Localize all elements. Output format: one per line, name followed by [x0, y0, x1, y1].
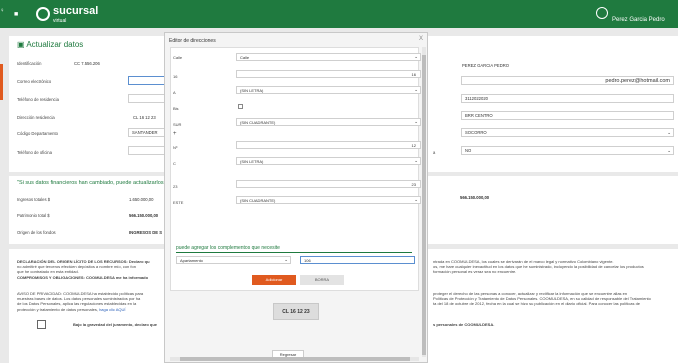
email-field[interactable]: pedro.perez@hotmail.com — [461, 76, 674, 85]
row-label-bis: Bis — [173, 106, 179, 111]
identificacion-label: Identificación — [17, 61, 42, 66]
chevron-down-icon: ⌄ — [414, 197, 418, 202]
oath-right: s personales de COOMULDESA. — [433, 322, 495, 327]
oath-checkbox[interactable] — [37, 320, 46, 329]
vertical-scrollbar[interactable] — [422, 47, 426, 357]
telefono-oficina-field[interactable] — [128, 146, 168, 155]
right-select[interactable]: NO ⌄ — [461, 146, 674, 155]
ingresos-label: Ingresos totales $ — [17, 197, 51, 202]
address-editor-modal: Editor de direcciones X Calle Calle ⌄ 16 … — [164, 32, 428, 363]
hamburger-icon[interactable]: ■ — [14, 11, 18, 18]
egresos-value: 566.150.000,00 — [460, 195, 490, 200]
celular-field[interactable]: 3112022020 — [461, 94, 674, 103]
edge-glyph: ♀ — [0, 8, 5, 14]
codigo-departamento-label: Código Departamento — [17, 131, 58, 136]
horizontal-scrollbar[interactable] — [170, 357, 419, 361]
row-label-c: C — [173, 161, 176, 166]
chevron-down-icon: ⌄ — [414, 54, 418, 59]
patrimonio-value: 566.150.000,00 — [129, 213, 159, 218]
brand-name: sucursal — [53, 5, 99, 17]
telefono-oficina-label: Teléfono de oficina — [17, 150, 52, 155]
scrollbar-thumb[interactable] — [180, 357, 410, 361]
via-type-select[interactable]: Calle ⌄ — [236, 53, 421, 61]
row-label-calle: Calle — [173, 55, 183, 60]
modal-title: Editor de direcciones — [169, 38, 216, 44]
cross-quadrant-select[interactable]: (SIN CUADRANTE) ⌄ — [236, 196, 421, 204]
scrollbar-thumb[interactable] — [422, 55, 426, 355]
declaration-right: ntrada en COOMULDESA, los cuales se deri… — [433, 259, 644, 275]
identificacion-value: CC 7.556.206 — [74, 61, 100, 66]
row-label-letter: A — [173, 90, 176, 95]
brand-sub: virtual — [53, 18, 67, 24]
telefono-residencia-label: Teléfono de residencia — [17, 97, 59, 102]
via-number-input[interactable]: 16 — [236, 70, 421, 78]
patrimonio-label: Patrimonio total $ — [17, 213, 50, 218]
clear-button[interactable]: BORRA — [300, 275, 344, 285]
direccion-value[interactable]: CL 16 12 23 — [133, 115, 156, 120]
chevron-down-icon: ⌄ — [414, 119, 418, 124]
user-name[interactable]: Perez Garcia Pedro — [612, 17, 665, 23]
municipio-select[interactable]: SOCORRO ⌄ — [461, 128, 674, 137]
financial-title: "Si sus datos financieros han cambiado, … — [17, 180, 164, 186]
row-label-number: 16 — [173, 74, 178, 79]
origen-label: Origen de los fondos — [17, 230, 56, 235]
email-field-left[interactable] — [128, 76, 168, 85]
privacy-right: proteger el derecho de las personas a co… — [433, 291, 651, 307]
complement-value-input[interactable]: 106 — [300, 256, 415, 264]
chevron-down-icon: ⌄ — [414, 87, 418, 92]
plus-icon: + — [173, 131, 177, 137]
right-select-label: a — [433, 150, 436, 155]
cross-number-input[interactable]: 12 — [236, 141, 421, 149]
row-label-sur: SUR — [173, 122, 182, 127]
origen-value: INGRESOS DE S — [129, 230, 163, 235]
side-tab[interactable] — [0, 64, 3, 100]
departamento-field[interactable]: SANTANDER — [128, 128, 168, 137]
complement-type-select[interactable]: Apartamento ⌄ — [176, 256, 291, 264]
declaration-left: DECLARACIÓN DEL ORIGEN LÍCITO DE LOS REC… — [17, 259, 150, 280]
close-icon[interactable]: X — [419, 36, 423, 42]
oath-left: Bajo la gravedad del juramento, declaro … — [73, 322, 158, 327]
privacy-left: AVISO DE PRIVACIDAD: COOMULDESA ha estab… — [17, 291, 144, 312]
complement-divider — [176, 252, 412, 253]
chevron-down-icon: ⌄ — [667, 148, 671, 153]
page-title: ▣ Actualizar datos — [17, 40, 84, 49]
direccion-label: Dirección residencia — [17, 115, 55, 120]
complement-title: puede agregar los complementos que neces… — [176, 245, 280, 251]
chevron-down-icon: ⌄ — [667, 130, 671, 135]
logo-icon — [36, 7, 50, 21]
chevron-down-icon: ⌄ — [284, 257, 288, 262]
user-circle-icon[interactable] — [596, 7, 608, 19]
back-arrow-icon[interactable]: ▣ — [17, 40, 25, 49]
nombre-value: PEREZ GARCIA PEDRO — [462, 63, 510, 68]
letter-select[interactable]: (SIN LETRA) ⌄ — [236, 86, 421, 94]
chevron-down-icon: ⌄ — [414, 158, 418, 163]
ingresos-value: 1.650.000,00 — [129, 197, 154, 202]
add-button[interactable]: Adicionar — [252, 275, 296, 285]
correo-label: Correo electrónico — [17, 79, 52, 84]
barrio-field[interactable]: BRR CENTRO — [461, 111, 674, 120]
row-label-este: ESTE — [173, 200, 184, 205]
telefono-residencia-field[interactable] — [128, 94, 168, 103]
top-bar: ♀ ■ sucursal virtual Perez Garcia Pedro — [0, 0, 678, 28]
quadrant-select[interactable]: (SIN CUADRANTE) ⌄ — [236, 118, 421, 126]
privacy-link[interactable]: haga clic AQUÍ — [99, 307, 125, 312]
bis-checkbox[interactable] — [238, 104, 243, 109]
row-label-plate: 23 — [173, 184, 178, 189]
address-result: CL 16 12 23 — [273, 303, 319, 320]
cross-letter-select[interactable]: (SIN LETRA) ⌄ — [236, 157, 421, 165]
modal-body: Calle Calle ⌄ 16 16 A (SIN LETRA) ⌄ Bis SU… — [170, 47, 421, 291]
row-label-no: Nº — [173, 145, 178, 150]
plate-number-input[interactable]: 23 — [236, 180, 421, 188]
